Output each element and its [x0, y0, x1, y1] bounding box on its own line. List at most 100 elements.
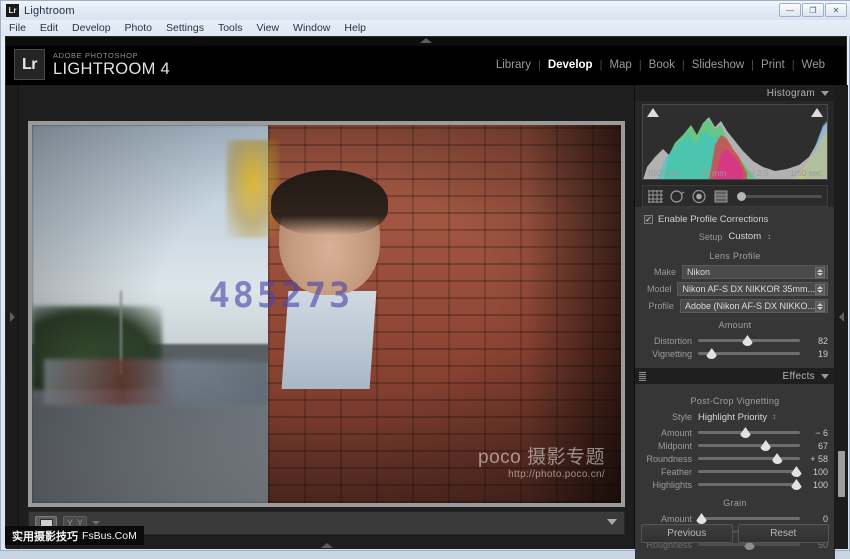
module-print[interactable]: Print — [754, 59, 792, 71]
module-slideshow[interactable]: Slideshow — [685, 59, 751, 71]
lens-profile-dropdown-icon[interactable] — [815, 300, 825, 312]
chevron-left-icon[interactable] — [839, 312, 844, 322]
vignette-highlights-track[interactable] — [698, 479, 802, 490]
enable-profile-corrections-checkbox[interactable]: ✓ — [644, 215, 653, 224]
photo-preview[interactable]: 485273 poco 摄影专题 http://photo.poco.cn/ — [32, 125, 621, 503]
grain-amount-track[interactable] — [696, 513, 800, 524]
vignette-midpoint-knob[interactable] — [760, 440, 772, 451]
top-panel-toggle-icon[interactable] — [420, 38, 432, 43]
vignette-roundness-row[interactable]: Roundness + 58 — [642, 452, 828, 465]
vignette-amount-track[interactable] — [698, 427, 800, 438]
vignette-style-value[interactable]: Highlight Priority — [698, 412, 767, 423]
setup-value[interactable]: Custom — [728, 231, 761, 242]
module-map[interactable]: Map — [602, 59, 638, 71]
maximize-button[interactable]: ❐ — [802, 3, 824, 17]
module-library[interactable]: Library — [489, 59, 538, 71]
toolbar-options-caret-icon[interactable] — [607, 519, 617, 525]
setup-row[interactable]: Setup Custom ↕ — [642, 229, 828, 244]
app-icon: Lr — [6, 4, 19, 17]
reset-button[interactable]: Reset — [737, 524, 829, 543]
histogram-panel-header[interactable]: Histogram — [635, 85, 835, 101]
vignette-feather-row[interactable]: Feather 100 — [642, 465, 828, 478]
lens-profile-field[interactable]: Adobe (Nikon AF-S DX NIKKO... — [679, 299, 828, 313]
vignette-midpoint-row[interactable]: Midpoint 67 — [642, 439, 828, 452]
vignetting-track[interactable] — [698, 348, 800, 359]
menu-item-view[interactable]: View — [256, 22, 279, 34]
setup-stepper-icon[interactable]: ↕ — [767, 232, 771, 241]
histogram-graph[interactable]: ISO 640 35 mm f / 2.5 1/50 sec — [642, 104, 828, 180]
module-web[interactable]: Web — [795, 59, 832, 71]
menu-item-tools[interactable]: Tools — [218, 22, 243, 34]
chevron-right-icon[interactable] — [10, 312, 15, 322]
chevron-down-icon[interactable] — [821, 90, 829, 96]
vignetting-slider-row[interactable]: Vignetting 19 — [642, 347, 828, 360]
vignette-roundness-track[interactable] — [698, 453, 800, 464]
menu-item-develop[interactable]: Develop — [72, 22, 111, 34]
vignette-feather-label: Feather — [660, 466, 692, 477]
effects-panel-header[interactable]: Effects — [635, 368, 835, 384]
red-eye-tool-icon[interactable] — [692, 189, 707, 203]
spot-removal-tool-icon[interactable] — [670, 189, 685, 203]
distortion-track[interactable] — [698, 335, 800, 346]
vignette-amount-value[interactable]: − 6 — [800, 428, 828, 438]
graduated-filter-tool-icon[interactable] — [714, 190, 728, 203]
lens-model-field[interactable]: Nikon AF-S DX NIKKOR 35mm... — [677, 282, 828, 296]
amount-section-title: Amount — [718, 320, 752, 330]
right-panel-scrollbar[interactable] — [838, 451, 845, 497]
brush-size-knob[interactable] — [737, 191, 746, 201]
vignette-amount-row[interactable]: Amount − 6 — [642, 426, 828, 439]
lens-profile-row[interactable]: Profile Adobe (Nikon AF-S DX NIKKO... — [642, 299, 828, 313]
identity-plate[interactable]: Lr ADOBE PHOTOSHOP LIGHTROOM 4 — [14, 49, 170, 80]
vignette-amount-knob[interactable] — [739, 427, 751, 438]
left-panel-rail[interactable] — [6, 85, 19, 549]
crop-overlay-tool-icon[interactable] — [648, 189, 663, 203]
vignette-style-stepper-icon[interactable]: ↕ — [772, 413, 776, 421]
close-button[interactable]: ✕ — [825, 3, 847, 17]
exif-shutter-speed: 1/50 sec — [789, 167, 822, 178]
distortion-knob[interactable] — [741, 335, 753, 346]
lens-model-row[interactable]: Model Nikon AF-S DX NIKKOR 35mm... — [642, 282, 828, 296]
enable-profile-corrections-label: Enable Profile Corrections — [658, 214, 769, 225]
lens-make-dropdown-icon[interactable] — [815, 266, 825, 278]
vignette-midpoint-track[interactable] — [698, 440, 800, 451]
menu-item-settings[interactable]: Settings — [166, 22, 204, 34]
menu-item-photo[interactable]: Photo — [125, 22, 152, 34]
distortion-slider-row[interactable]: Distortion 82 — [642, 334, 828, 347]
toolbar-caret-down-icon[interactable] — [92, 521, 101, 525]
vignette-highlights-row[interactable]: Highlights 100 — [642, 478, 828, 491]
vignette-roundness-value[interactable]: + 58 — [800, 454, 828, 464]
vignette-feather-track[interactable] — [698, 466, 802, 477]
lightroom-badge-icon: Lr — [14, 49, 45, 80]
effects-panel-switch-icon[interactable] — [639, 371, 646, 381]
vignette-highlights-value[interactable]: 100 — [800, 480, 828, 490]
distortion-value[interactable]: 82 — [800, 336, 828, 346]
menu-item-help[interactable]: Help — [344, 22, 366, 34]
module-book[interactable]: Book — [642, 59, 682, 71]
lens-make-field[interactable]: Nikon — [682, 265, 828, 279]
vignetting-value[interactable]: 19 — [800, 349, 828, 359]
minimize-button[interactable]: — — [779, 3, 801, 17]
vignette-midpoint-value[interactable]: 67 — [800, 441, 828, 451]
module-develop[interactable]: Develop — [541, 59, 600, 71]
menu-item-edit[interactable]: Edit — [40, 22, 58, 34]
menu-item-file[interactable]: File — [9, 22, 26, 34]
application-window: Lr Lightroom — ❐ ✕ File Edit Develop Pho… — [0, 0, 850, 559]
highlight-clipping-indicator[interactable] — [811, 108, 823, 117]
lens-make-row[interactable]: Make Nikon — [642, 265, 828, 279]
grain-amount-value[interactable]: 0 — [800, 514, 828, 524]
adjustment-brush-size-slider[interactable] — [737, 191, 822, 201]
grain-roughness-track[interactable] — [698, 539, 800, 550]
photo-number-watermark: 485273 — [208, 276, 354, 317]
vignette-style-row[interactable]: Style Highlight Priority ↕ — [642, 410, 828, 424]
vignetting-knob[interactable] — [706, 348, 718, 359]
shadow-clipping-indicator[interactable] — [647, 108, 659, 117]
vignette-roundness-knob[interactable] — [771, 453, 783, 464]
filmstrip-toggle-icon[interactable] — [320, 543, 333, 548]
lens-model-dropdown-icon[interactable] — [815, 283, 825, 295]
previous-button[interactable]: Previous — [641, 524, 733, 543]
chevron-down-icon[interactable] — [821, 373, 829, 379]
photo-brand-watermark: poco 摄影专题 http://photo.poco.cn/ — [478, 448, 605, 481]
vignette-feather-value[interactable]: 100 — [800, 467, 828, 477]
menu-item-window[interactable]: Window — [293, 22, 330, 34]
enable-profile-corrections-row[interactable]: ✓ Enable Profile Corrections — [642, 212, 828, 229]
